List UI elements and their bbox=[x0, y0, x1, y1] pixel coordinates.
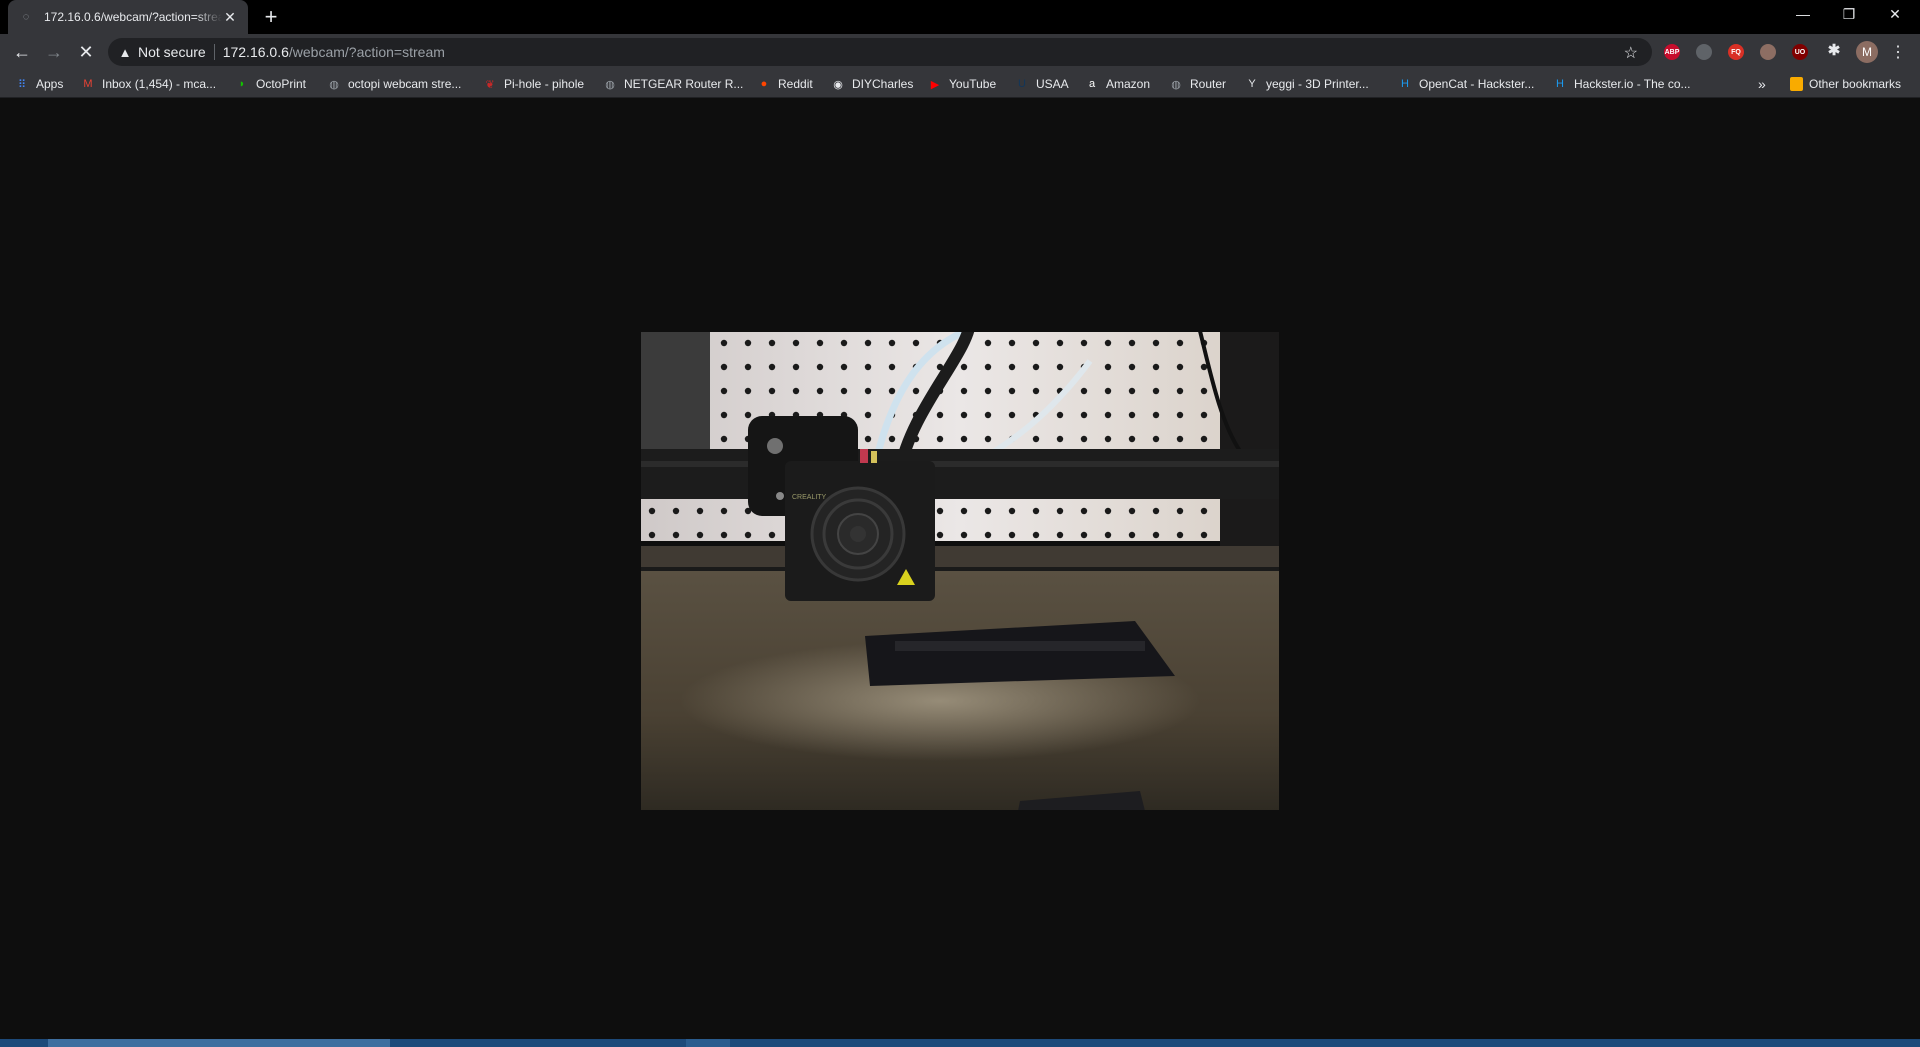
bookmark-label: Router bbox=[1190, 77, 1227, 91]
globe-icon: ◍ bbox=[1171, 78, 1181, 91]
folder-icon bbox=[1790, 77, 1803, 91]
profile-avatar[interactable]: M bbox=[1856, 41, 1878, 63]
bookmark-label: Amazon bbox=[1106, 77, 1151, 91]
other-bookmarks-label: Other bookmarks bbox=[1809, 77, 1902, 91]
browser-toolbar: ← → ✕ ▲ Not secure 172.16.0.6/webcam/?ac… bbox=[0, 34, 1920, 70]
menu-kebab-icon[interactable]: ⋮ bbox=[1890, 42, 1906, 62]
bookmark-label: Inbox (1,454) - mca... bbox=[102, 77, 217, 91]
bookmark-octopi-webcam-stre[interactable]: ◍ octopi webcam stre... bbox=[326, 74, 461, 94]
extensions-puzzle-icon[interactable]: ✱ bbox=[1826, 42, 1842, 59]
bookmark-netgear-router-r[interactable]: ◍ NETGEAR Router R... bbox=[602, 74, 743, 94]
printer-camera-frame: CREALITY bbox=[640, 331, 1280, 811]
tab-webcam-stream[interactable]: ◌ 172.16.0.6/webcam/?action=stream ✕ bbox=[8, 0, 248, 34]
bookmarks-overflow-button[interactable]: » bbox=[1758, 74, 1766, 94]
bookmark-label: Reddit bbox=[778, 77, 813, 91]
address-bar[interactable]: ▲ Not secure 172.16.0.6/webcam/?action=s… bbox=[108, 38, 1652, 66]
close-window-icon[interactable]: ✕ bbox=[1872, 0, 1918, 28]
github-icon: ◉ bbox=[833, 78, 843, 91]
taskbar bbox=[0, 1039, 1920, 1047]
bookmark-label: USAA bbox=[1036, 77, 1069, 91]
tabs-icon[interactable] bbox=[1696, 44, 1712, 60]
bookmark-label: Apps bbox=[36, 77, 64, 91]
usaa-icon: U bbox=[1018, 78, 1026, 90]
hackster-icon: H bbox=[1401, 78, 1409, 90]
forward-icon[interactable]: → bbox=[40, 38, 68, 66]
amazon-icon: a bbox=[1088, 78, 1096, 90]
loading-globe-icon: ◌ bbox=[22, 11, 30, 23]
bookmark-octoprint[interactable]: ◗ OctoPrint bbox=[234, 74, 306, 94]
bookmarks-bar: ⠿ Apps M Inbox (1,454) - mca... ◗ OctoPrint ◍ o… bbox=[0, 70, 1920, 98]
bookmark-inbox-1-454-mca[interactable]: M Inbox (1,454) - mca... bbox=[80, 74, 216, 94]
hackster-icon: H bbox=[1556, 78, 1564, 90]
bookmark-label: YouTube bbox=[949, 77, 997, 91]
bookmark-youtube[interactable]: ▶ YouTube bbox=[927, 74, 996, 94]
yeggi-icon: Y bbox=[1248, 78, 1256, 90]
octoprint-icon: ◗ bbox=[238, 78, 246, 90]
bookmark-label: Hackster.io - The co... bbox=[1574, 77, 1691, 91]
other-bookmarks-folder[interactable]: Other bookmarks bbox=[1790, 74, 1901, 94]
abp-icon[interactable]: ABP bbox=[1664, 44, 1680, 60]
fq-icon[interactable]: FQ bbox=[1728, 44, 1744, 60]
bookmark-label: DIYCharles bbox=[852, 77, 914, 91]
frame-upright-right bbox=[1220, 331, 1280, 561]
pihole-icon: ❦ bbox=[485, 78, 495, 91]
back-icon[interactable]: ← bbox=[8, 38, 36, 66]
x-gantry bbox=[640, 449, 1280, 499]
bookmark-router[interactable]: ◍ Router bbox=[1168, 74, 1226, 94]
bookmark-label: octopi webcam stre... bbox=[348, 77, 462, 91]
page-viewport: CREALITY bbox=[0, 99, 1920, 1039]
reddit-icon: ● bbox=[760, 78, 768, 90]
bookmark-label: OpenCat - Hackster... bbox=[1419, 77, 1535, 91]
globe-icon: ◍ bbox=[329, 78, 339, 91]
security-label[interactable]: Not secure bbox=[138, 44, 215, 60]
bookmark-usaa[interactable]: U USAA bbox=[1014, 74, 1069, 94]
apps-grid-icon: ⠿ bbox=[17, 78, 27, 91]
bookmark-hackster-io-the-co[interactable]: H Hackster.io - The co... bbox=[1552, 74, 1691, 94]
bookmark-star-icon[interactable]: ☆ bbox=[1624, 43, 1638, 63]
url-path: /webcam/?action=stream bbox=[288, 44, 445, 60]
restore-icon[interactable]: ❐ bbox=[1826, 0, 1872, 28]
minimize-icon[interactable]: — bbox=[1780, 0, 1826, 28]
tab-title: 172.16.0.6/webcam/?action=stream bbox=[44, 10, 222, 24]
close-tab-icon[interactable]: ✕ bbox=[222, 9, 238, 25]
new-tab-button[interactable]: + bbox=[258, 4, 284, 30]
bookmark-label: OctoPrint bbox=[256, 77, 307, 91]
hand-icon[interactable] bbox=[1760, 44, 1776, 60]
bookmark-label: yeggi - 3D Printer... bbox=[1266, 77, 1369, 91]
url-host: 172.16.0.6 bbox=[222, 44, 289, 60]
bookmark-label: Pi-hole - pihole bbox=[504, 77, 585, 91]
warning-icon: ▲ bbox=[118, 44, 132, 60]
creality-logo: CREALITY bbox=[792, 494, 827, 501]
bookmark-pi-hole-pihole[interactable]: ❦ Pi-hole - pihole bbox=[482, 74, 584, 94]
webcam-stream-image: CREALITY bbox=[640, 331, 1280, 811]
bookmark-yeggi-3d-printer[interactable]: Yyeggi - 3D Printer... bbox=[1244, 74, 1369, 94]
bookmark-opencat-hackster[interactable]: H OpenCat - Hackster... bbox=[1397, 74, 1534, 94]
taskbar-app[interactable] bbox=[686, 1039, 730, 1047]
bookmark-reddit[interactable]: ● Reddit bbox=[756, 74, 813, 94]
bookmark-amazon[interactable]: a Amazon bbox=[1084, 74, 1150, 94]
stop-loading-icon[interactable]: ✕ bbox=[72, 38, 100, 66]
ublock-icon[interactable]: UO bbox=[1792, 44, 1808, 60]
bookmark-apps[interactable]: ⠿ Apps bbox=[14, 74, 63, 94]
tab-strip: ◌ 172.16.0.6/webcam/?action=stream ✕ + —… bbox=[0, 0, 1920, 34]
youtube-icon: ▶ bbox=[930, 78, 940, 91]
bookmark-label: NETGEAR Router R... bbox=[624, 77, 744, 91]
globe-icon: ◍ bbox=[605, 78, 615, 91]
taskbar-active-app[interactable] bbox=[48, 1039, 390, 1047]
gmail-icon: M bbox=[83, 78, 93, 90]
bookmark-diycharles[interactable]: ◉ DIYCharles bbox=[830, 74, 913, 94]
